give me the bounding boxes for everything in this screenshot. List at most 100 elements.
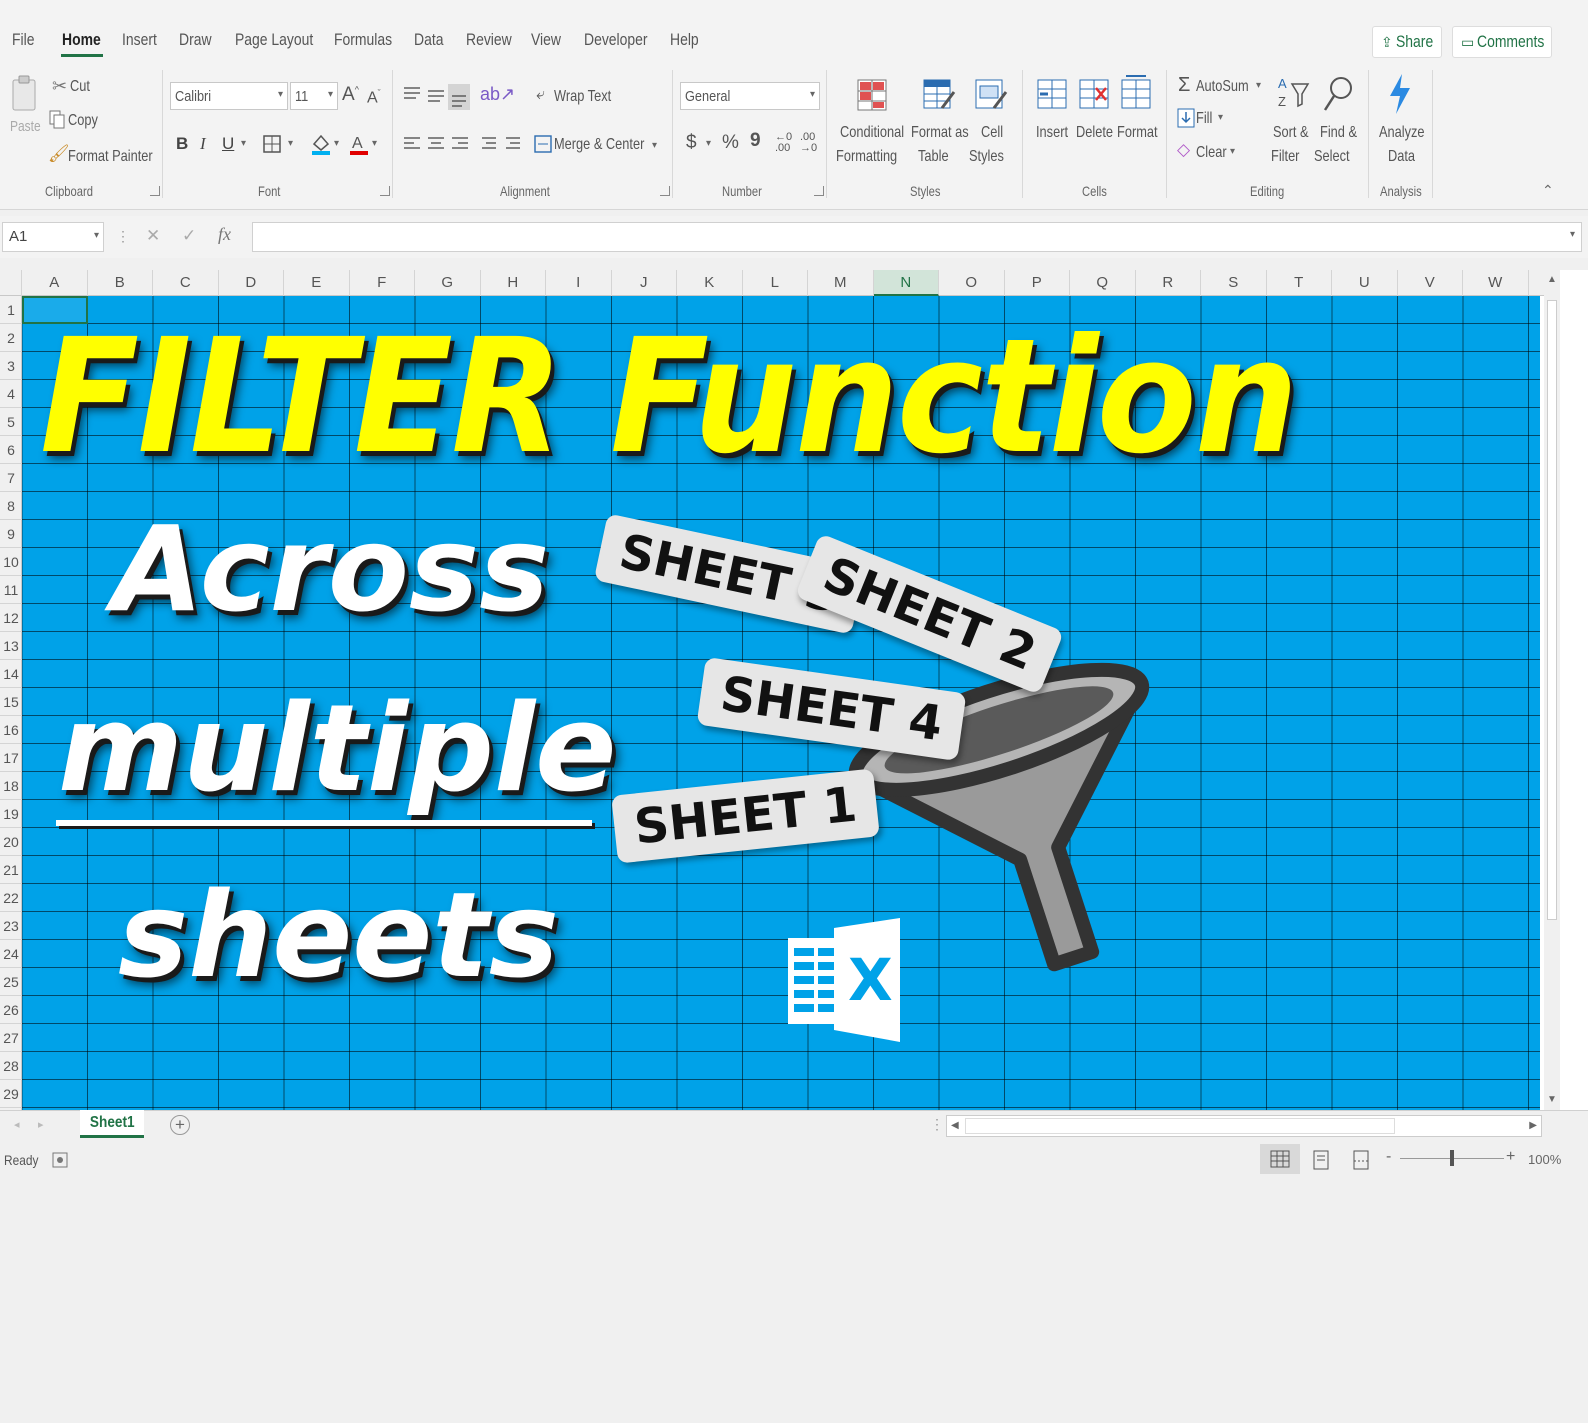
currency-button[interactable]: $ — [686, 132, 697, 154]
row-header[interactable]: 19 — [0, 800, 22, 828]
orientation-icon[interactable]: ab↗ — [480, 84, 515, 105]
chevron-down-icon[interactable]: ▾ — [241, 138, 246, 149]
tab-insert[interactable]: Insert — [122, 30, 157, 50]
cancel-icon[interactable]: ✕ — [146, 226, 160, 246]
row-header[interactable]: 16 — [0, 716, 22, 744]
column-header[interactable]: K — [677, 270, 743, 296]
vertical-scrollbar[interactable]: ▲ ▼ — [1544, 270, 1560, 1111]
number-launcher[interactable] — [814, 186, 824, 196]
normal-view-button[interactable] — [1260, 1144, 1300, 1174]
chevron-down-icon[interactable]: ▾ — [288, 138, 293, 149]
row-header[interactable]: 1 — [0, 296, 22, 324]
tab-view[interactable]: View — [531, 30, 561, 50]
chevron-down-icon[interactable]: ▾ — [706, 138, 711, 149]
row-header[interactable]: 4 — [0, 380, 22, 408]
increase-decimal-icon[interactable]: ←0.00 — [775, 132, 792, 154]
scroll-right-icon[interactable]: ▶ — [1529, 1120, 1537, 1131]
alignment-launcher[interactable] — [660, 186, 670, 196]
column-header[interactable]: I — [546, 270, 612, 296]
chevron-down-icon[interactable]: ▾ — [1570, 229, 1575, 240]
column-header[interactable]: N — [874, 270, 940, 296]
column-header[interactable]: W — [1463, 270, 1529, 296]
chevron-down-icon[interactable]: ▾ — [372, 138, 377, 149]
row-header[interactable]: 29 — [0, 1080, 22, 1108]
comments-button[interactable]: ▭ Comments — [1452, 26, 1552, 58]
column-header[interactable]: C — [153, 270, 219, 296]
row-header[interactable]: 26 — [0, 996, 22, 1024]
format-cells-button[interactable]: Format — [1117, 124, 1158, 142]
vertical-align-icon[interactable] — [402, 84, 472, 110]
bold-button[interactable]: B — [176, 134, 188, 154]
chevron-down-icon[interactable]: ▾ — [652, 140, 657, 151]
scroll-up-icon[interactable]: ▲ — [1547, 274, 1557, 285]
scroll-left-icon[interactable]: ◀ — [951, 1120, 959, 1131]
column-header[interactable]: V — [1398, 270, 1464, 296]
borders-icon[interactable] — [262, 134, 282, 154]
cut-button[interactable]: Cut — [70, 78, 90, 96]
name-box[interactable]: A1 ▾ — [2, 222, 104, 252]
decrease-decimal-icon[interactable]: .00→0 — [800, 132, 817, 154]
row-header[interactable]: 3 — [0, 352, 22, 380]
font-name-select[interactable]: Calibri▾ — [170, 82, 288, 110]
formula-input[interactable]: ▾ — [252, 222, 1582, 252]
tab-review[interactable]: Review — [466, 30, 512, 50]
column-header[interactable]: D — [219, 270, 285, 296]
column-header[interactable]: L — [743, 270, 809, 296]
macro-record-icon[interactable] — [52, 1152, 68, 1168]
tab-page-layout[interactable]: Page Layout — [235, 30, 313, 50]
row-header[interactable]: 25 — [0, 968, 22, 996]
row-header[interactable]: 24 — [0, 940, 22, 968]
column-header[interactable]: R — [1136, 270, 1202, 296]
format-painter-button[interactable]: Format Painter — [68, 148, 153, 166]
column-header[interactable]: H — [481, 270, 547, 296]
tab-home[interactable]: Home — [62, 30, 101, 50]
column-header[interactable]: P — [1005, 270, 1071, 296]
row-header[interactable]: 7 — [0, 464, 22, 492]
tab-formulas[interactable]: Formulas — [334, 30, 392, 50]
add-sheet-icon[interactable]: + — [170, 1115, 190, 1135]
number-format-select[interactable]: General▾ — [680, 82, 820, 110]
collapse-ribbon-icon[interactable]: ⌃ — [1542, 182, 1554, 199]
row-header[interactable]: 27 — [0, 1024, 22, 1052]
column-header[interactable]: E — [284, 270, 350, 296]
tab-help[interactable]: Help — [670, 30, 699, 50]
page-layout-view-icon[interactable] — [1312, 1150, 1330, 1170]
autosum-button[interactable]: AutoSum — [1196, 78, 1249, 96]
row-header[interactable]: 23 — [0, 912, 22, 940]
column-header[interactable]: M — [808, 270, 874, 296]
font-launcher[interactable] — [380, 186, 390, 196]
row-header[interactable]: 17 — [0, 744, 22, 772]
column-header[interactable]: B — [88, 270, 154, 296]
share-button[interactable]: ⇪ Share — [1372, 26, 1442, 58]
underline-button[interactable]: U — [222, 134, 234, 154]
delete-cells-button[interactable]: Delete — [1076, 124, 1113, 142]
column-header[interactable]: O — [939, 270, 1005, 296]
chevron-down-icon[interactable]: ▾ — [334, 138, 339, 149]
prev-sheet-icon[interactable]: ◂ — [14, 1118, 20, 1131]
wrap-text-button[interactable]: Wrap Text — [554, 88, 611, 106]
zoom-slider-handle[interactable] — [1450, 1150, 1454, 1166]
decrease-font-icon[interactable]: Aˇ — [367, 88, 381, 107]
tab-data[interactable]: Data — [414, 30, 443, 50]
chevron-down-icon[interactable]: ▾ — [1218, 112, 1223, 123]
clipboard-launcher[interactable] — [150, 186, 160, 196]
insert-function-icon[interactable]: fx — [218, 224, 231, 245]
sheet-tab-sheet1[interactable]: Sheet1 — [80, 1110, 144, 1138]
font-size-select[interactable]: 11▾ — [290, 82, 338, 110]
fill-color-icon[interactable] — [310, 132, 332, 156]
row-header[interactable]: 10 — [0, 548, 22, 576]
chevron-down-icon[interactable]: ▾ — [1256, 80, 1261, 91]
copy-button[interactable]: Copy — [68, 112, 98, 130]
row-header[interactable]: 15 — [0, 688, 22, 716]
insert-cells-button[interactable]: Insert — [1036, 124, 1068, 142]
row-header[interactable]: 2 — [0, 324, 22, 352]
tab-developer[interactable]: Developer — [584, 30, 648, 50]
column-header[interactable]: J — [612, 270, 678, 296]
comma-button[interactable]: 9 — [750, 130, 761, 152]
splitter-icon[interactable]: ⋮ — [930, 1116, 944, 1133]
column-header[interactable]: A — [22, 270, 88, 296]
zoom-out-button[interactable]: - — [1386, 1148, 1391, 1166]
percent-button[interactable]: % — [722, 132, 739, 154]
row-header[interactable]: 12 — [0, 604, 22, 632]
row-header[interactable]: 11 — [0, 576, 22, 604]
